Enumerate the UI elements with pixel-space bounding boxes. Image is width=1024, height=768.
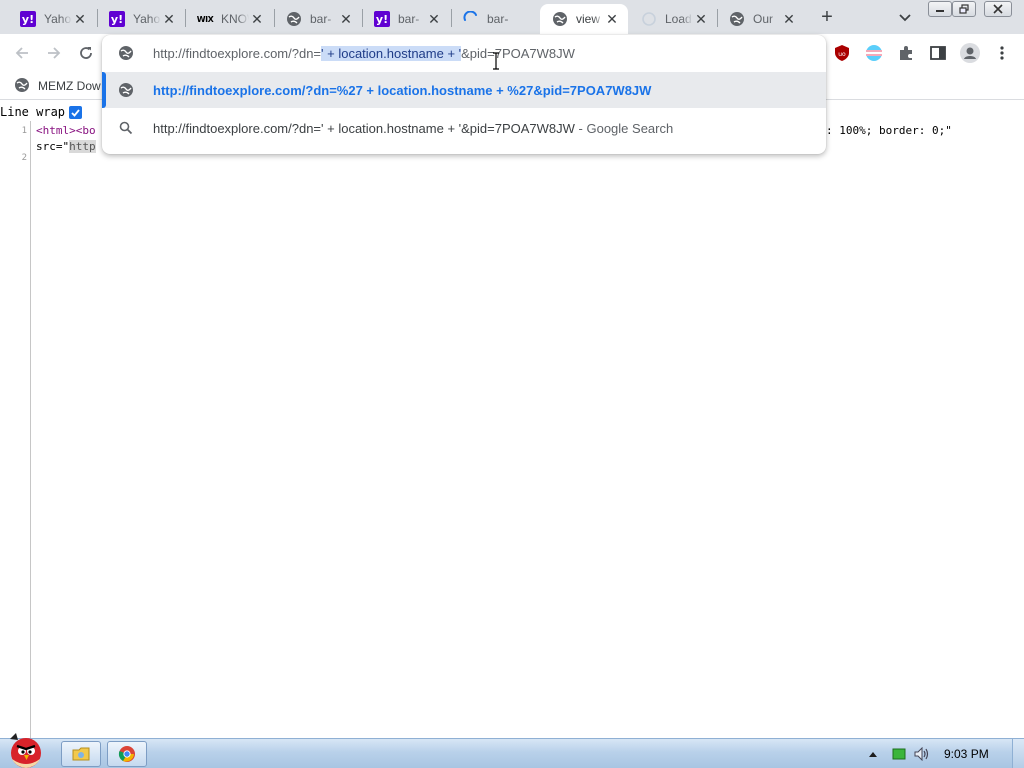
line-wrap-checkbox[interactable] [69, 105, 83, 119]
selection-indicator [102, 72, 106, 108]
source-link[interactable]: http [69, 140, 96, 153]
yahoo-icon: y! [109, 11, 125, 27]
address-input[interactable]: http://findtoexplore.com/?dn=' + locatio… [153, 45, 575, 61]
suggestion-text: http://findtoexplore.com/?dn=%27 + locat… [153, 82, 652, 98]
tab-bar-2[interactable]: y! bar- ✕ [362, 4, 450, 34]
new-tab-button[interactable]: + [816, 6, 838, 28]
address-text-after: &pid=7POA7W8JW [461, 45, 575, 61]
tab-view-source[interactable]: view ✕ [540, 4, 628, 34]
yahoo-icon: y! [374, 11, 390, 27]
start-button-angry-bird-icon[interactable] [2, 731, 50, 768]
tab-title: Load [665, 12, 692, 26]
globe-icon [729, 11, 745, 27]
close-tab-icon[interactable]: ✕ [693, 11, 709, 27]
address-bar-row[interactable]: http://findtoexplore.com/?dn=' + locatio… [102, 35, 826, 71]
line-number-gutter [0, 121, 31, 738]
tab-our[interactable]: Our ✕ [717, 4, 805, 34]
tab-title: view [576, 12, 601, 26]
bookmark-item[interactable]: MEMZ Dow [14, 77, 101, 95]
globe-icon [552, 11, 568, 27]
tab-title: Yahoo [44, 12, 72, 26]
bookmark-label: MEMZ Dow [38, 79, 101, 93]
attr-text: src=" [36, 140, 70, 153]
taskbar-chrome-button[interactable] [107, 741, 147, 767]
close-tab-icon[interactable]: ✕ [426, 11, 442, 27]
tab-title: Our [753, 12, 774, 26]
globe-icon [118, 45, 134, 61]
side-panel-icon[interactable] [928, 43, 948, 63]
yahoo-icon: y! [20, 11, 36, 27]
search-icon [118, 120, 134, 136]
tab-search-chevron-icon[interactable] [896, 8, 914, 26]
tab-bar-3[interactable]: bar- [451, 4, 539, 34]
close-tab-icon[interactable]: ✕ [72, 11, 88, 27]
wix-icon: WIX [196, 14, 214, 24]
tab-strip: y! Yahoo ✕ y! Yahoo ✕ WIX KNOW ✕ bar- ✕ … [0, 0, 1024, 34]
back-button[interactable] [9, 40, 35, 66]
forward-button[interactable] [41, 40, 67, 66]
html-tag-text: <html><bo [36, 124, 96, 137]
svg-text:uo: uo [838, 51, 846, 58]
flag-extension-icon[interactable] [864, 43, 884, 63]
tab-wix[interactable]: WIX KNOW ✕ [185, 4, 273, 34]
menu-kebab-icon[interactable] [992, 43, 1012, 63]
loading-spinner-icon [641, 11, 657, 27]
suggestion-text: http://findtoexplore.com/?dn=' + locatio… [153, 121, 673, 136]
close-tab-icon[interactable]: ✕ [604, 11, 620, 27]
globe-icon [286, 11, 302, 27]
volume-tray-icon[interactable] [912, 745, 932, 763]
tab-title: Yahoo [133, 12, 161, 26]
close-tab-icon[interactable]: ✕ [781, 11, 797, 27]
extensions-puzzle-icon[interactable] [896, 43, 916, 63]
line-wrap-control[interactable]: Line wrap [0, 105, 83, 119]
tab-title: bar- [310, 12, 332, 26]
suggestion-query: http://findtoexplore.com/?dn=' + locatio… [153, 120, 575, 136]
show-desktop-button[interactable] [1012, 739, 1024, 768]
profile-avatar-icon[interactable] [960, 43, 980, 63]
line-number: 2 [21, 153, 27, 163]
address-text-before: http://findtoexplore.com/?dn= [153, 45, 322, 61]
omnibox-suggestion-search[interactable]: http://findtoexplore.com/?dn=' + locatio… [102, 110, 826, 146]
tab-title: bar- [398, 12, 420, 26]
text-cursor-icon [492, 52, 500, 70]
ublock-extension-icon[interactable]: uo [832, 43, 852, 63]
globe-icon [118, 82, 134, 98]
tab-bar-1[interactable]: bar- ✕ [274, 4, 362, 34]
tab-yahoo-1[interactable]: y! Yahoo ✕ [8, 4, 96, 34]
reload-button[interactable] [73, 40, 99, 66]
tab-title: bar- [487, 12, 509, 26]
network-tray-icon[interactable] [890, 745, 908, 763]
close-window-button[interactable] [984, 1, 1012, 17]
source-line-1-continuation: src="http [36, 140, 96, 153]
close-tab-icon[interactable]: ✕ [338, 11, 354, 27]
source-line-1-end: : 100%; border: 0;" [826, 124, 952, 137]
line-number: 1 [21, 126, 27, 136]
taskbar-clock[interactable]: 9:03 PM [944, 747, 989, 761]
show-hidden-icons-icon[interactable] [866, 745, 880, 763]
tab-load[interactable]: Load ✕ [629, 4, 717, 34]
taskbar: 9:03 PM [0, 733, 1024, 768]
suggestion-suffix: - Google Search [574, 120, 674, 136]
taskbar-explorer-button[interactable] [61, 741, 101, 767]
minimize-button[interactable] [928, 1, 952, 17]
source-line-1-start: <html><bo [36, 124, 96, 137]
globe-icon [14, 77, 30, 96]
omnibox-suggestion-url[interactable]: http://findtoexplore.com/?dn=%27 + locat… [102, 72, 826, 108]
omnibox-dropdown: http://findtoexplore.com/?dn=' + locatio… [102, 35, 826, 154]
line-wrap-label: Line wrap [0, 105, 66, 119]
tab-title: KNOW [221, 12, 249, 26]
restore-button[interactable] [952, 1, 976, 17]
close-tab-icon[interactable]: ✕ [161, 11, 177, 27]
loading-spinner-icon [463, 11, 479, 27]
close-tab-icon[interactable]: ✕ [249, 11, 265, 27]
tab-yahoo-2[interactable]: y! Yahoo ✕ [97, 4, 185, 34]
address-text-selected: ' + location.hostname + ' [321, 45, 462, 61]
